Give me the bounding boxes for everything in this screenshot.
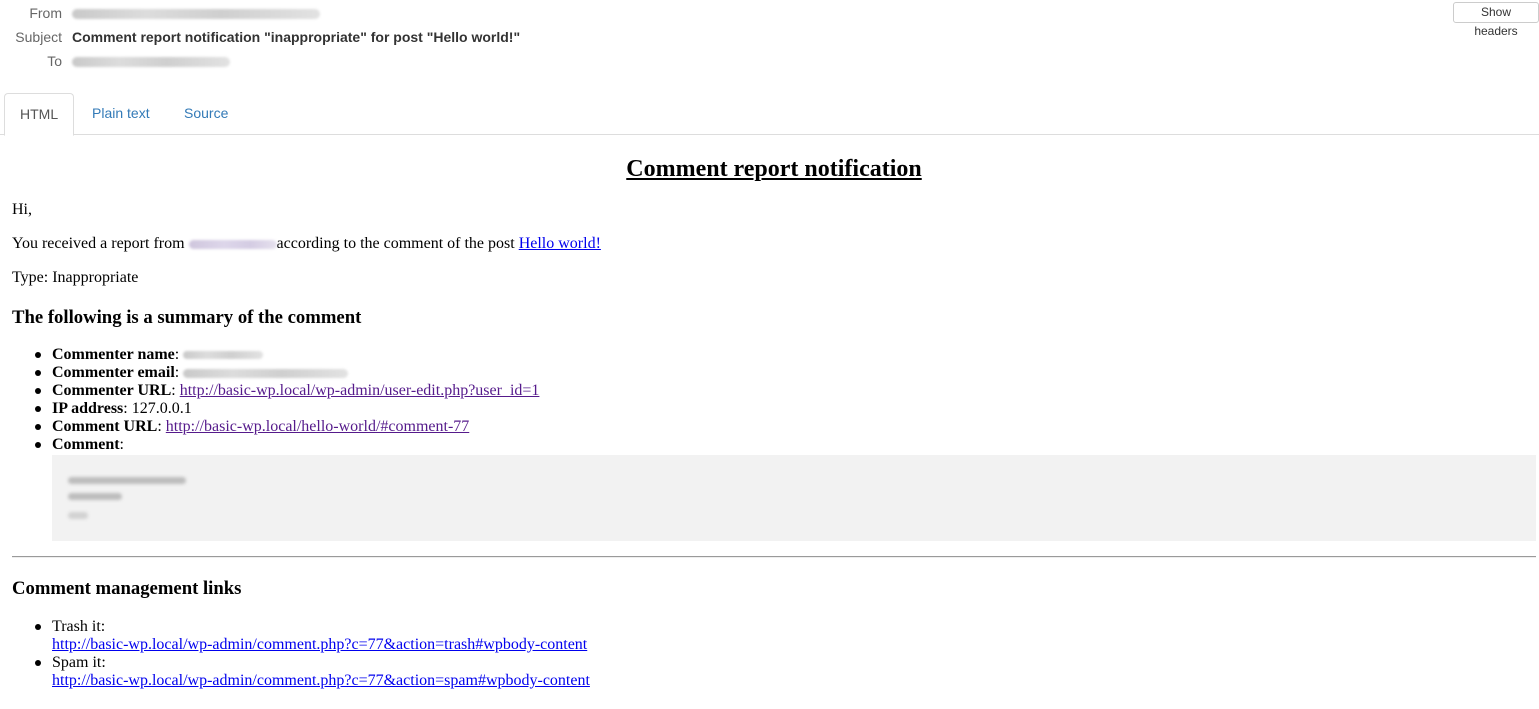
comment-quote-box: [52, 455, 1536, 541]
report-suffix: according to the comment of the post: [276, 235, 515, 252]
tab-source[interactable]: Source: [169, 93, 243, 135]
ip-address-value: 127.0.0.1: [131, 400, 192, 417]
redacted-commenter-name: [183, 351, 264, 360]
redacted-reporter: [188, 239, 277, 249]
comment-url-label: Comment URL: [52, 418, 158, 435]
list-item-comment: Comment:: [12, 436, 1536, 454]
summary-heading: The following is a summary of the commen…: [12, 307, 362, 328]
report-type: Type: Inappropriate: [12, 269, 139, 286]
from-row: From: [0, 2, 320, 24]
from-label: From: [29, 5, 62, 21]
management-heading: Comment management links: [12, 578, 242, 599]
list-item-trash: Trash it: http://basic-wp.local/wp-admin…: [12, 618, 1536, 654]
subject-value: Comment report notification "inappropria…: [72, 29, 521, 45]
list-item-commenter-name: Commenter name:: [12, 346, 1536, 364]
commenter-url-link[interactable]: http://basic-wp.local/wp-admin/user-edit…: [180, 382, 540, 399]
list-item-commenter-url: Commenter URL: http://basic-wp.local/wp-…: [12, 382, 1536, 400]
redacted-comment-line: [68, 512, 88, 519]
message-header: From Subject Comment report notification…: [0, 0, 1539, 76]
to-value-redacted: [72, 53, 230, 69]
spam-label: Spam it:: [52, 654, 106, 671]
comment-label: Comment: [52, 436, 120, 453]
email-title: Comment report notification: [626, 156, 922, 182]
commenter-url-label: Commenter URL: [52, 382, 172, 399]
to-row: To: [0, 50, 230, 72]
redacted-commenter-email: [183, 368, 349, 378]
redacted-sender: [72, 9, 320, 20]
list-item-ip-address: IP address: 127.0.0.1: [12, 400, 1536, 418]
ip-address-label: IP address: [52, 400, 124, 417]
to-label: To: [47, 53, 62, 69]
commenter-name-label: Commenter name: [52, 346, 175, 363]
report-sentence: You received a report from according to …: [12, 234, 601, 254]
redacted-recipient: [72, 57, 230, 68]
comment-summary-list: Commenter name: Commenter email: Comment…: [12, 346, 1536, 454]
trash-link[interactable]: http://basic-wp.local/wp-admin/comment.p…: [52, 636, 587, 653]
greeting: Hi,: [12, 201, 32, 218]
tab-plain-text[interactable]: Plain text: [77, 93, 165, 135]
management-links-list: Trash it: http://basic-wp.local/wp-admin…: [12, 618, 1536, 690]
list-item-spam: Spam it: http://basic-wp.local/wp-admin/…: [12, 654, 1536, 690]
subject-label: Subject: [15, 29, 62, 45]
report-prefix: You received a report from: [12, 235, 185, 252]
redacted-comment-line: [68, 477, 186, 484]
tab-html[interactable]: HTML: [4, 93, 75, 136]
trash-label: Trash it:: [52, 618, 106, 635]
show-headers-button[interactable]: Show headers: [1453, 2, 1539, 38]
redacted-comment-line: [68, 493, 122, 500]
list-item-comment-url: Comment URL: http://basic-wp.local/hello…: [12, 418, 1536, 436]
spam-link[interactable]: http://basic-wp.local/wp-admin/comment.p…: [52, 672, 590, 689]
list-item-commenter-email: Commenter email:: [12, 364, 1536, 382]
subject-row: Subject Comment report notification "ina…: [0, 26, 520, 48]
view-tabs: HTML Plain text Source: [0, 93, 1539, 136]
post-link[interactable]: Hello world!: [519, 235, 601, 252]
divider: [12, 556, 1536, 558]
from-value-redacted: [72, 5, 320, 21]
comment-url-link[interactable]: http://basic-wp.local/hello-world/#comme…: [166, 418, 469, 435]
commenter-email-label: Commenter email: [52, 364, 175, 381]
